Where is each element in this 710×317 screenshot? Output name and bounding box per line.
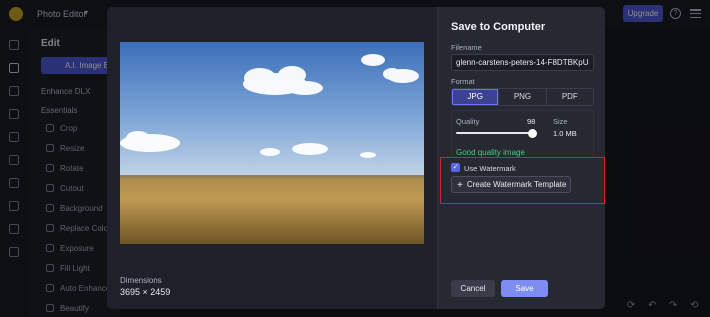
- quality-value: 98: [527, 117, 536, 126]
- save-settings-pane: Save to Computer Filename Format JPG PNG…: [437, 7, 605, 309]
- size-label: Size: [553, 117, 568, 126]
- filename-label: Filename: [451, 43, 482, 52]
- cancel-button[interactable]: Cancel: [451, 280, 495, 297]
- quality-panel: Quality 98 Size 1.0 MB Good quality imag…: [451, 110, 594, 158]
- format-jpg-option[interactable]: JPG: [452, 89, 500, 105]
- plus-icon: +: [457, 180, 463, 191]
- quality-status: Good quality image: [456, 148, 525, 157]
- filename-input[interactable]: [451, 54, 594, 71]
- dimensions-label: Dimensions: [120, 276, 162, 285]
- quality-slider-fill: [456, 132, 533, 134]
- format-label: Format: [451, 77, 475, 86]
- format-png-option[interactable]: PNG: [499, 89, 547, 105]
- quality-label: Quality: [456, 117, 480, 126]
- create-watermark-template-button[interactable]: + Create Watermark Template: [451, 176, 571, 193]
- quality-slider-thumb[interactable]: [528, 128, 538, 138]
- save-button[interactable]: Save: [501, 280, 548, 297]
- checkmark-icon: ✓: [452, 164, 459, 171]
- save-dialog: Dimensions 3695 × 2459 Save to Computer …: [107, 7, 605, 309]
- size-value: 1.0 MB: [553, 129, 577, 138]
- dimensions-value: 3695 × 2459: [120, 287, 171, 297]
- watermark-label[interactable]: Use Watermark: [464, 164, 516, 173]
- create-watermark-template-label: Create Watermark Template: [466, 180, 567, 189]
- preview-image: [120, 42, 424, 244]
- format-pdf-option[interactable]: PDF: [547, 89, 593, 105]
- dialog-title: Save to Computer: [451, 21, 546, 33]
- quality-slider[interactable]: [456, 128, 538, 138]
- watermark-checkbox[interactable]: ✓: [451, 163, 460, 172]
- preview-pane: Dimensions 3695 × 2459: [107, 7, 437, 309]
- format-selector: JPG PNG PDF: [451, 88, 594, 106]
